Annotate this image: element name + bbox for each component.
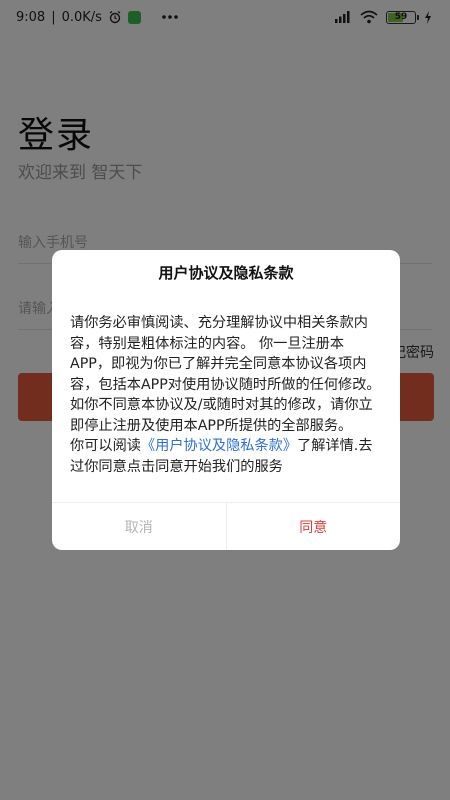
dialog-footer: 取消 同意 xyxy=(52,502,400,550)
agreement-dialog: 用户协议及隐私条款 请你务必审慎阅读、充分理解协议中相关条款内容，特别是粗体标注… xyxy=(52,250,400,550)
dialog-title: 用户协议及隐私条款 xyxy=(158,264,294,282)
cancel-button[interactable]: 取消 xyxy=(52,503,227,550)
read-prefix: 你可以阅读 xyxy=(70,438,141,454)
agreement-text: 请你务必审慎阅读、充分理解协议中相关条款内容，特别是粗体标注的内容。 你一旦注册… xyxy=(70,315,381,434)
policy-link[interactable]: 《用户协议及隐私条款》 xyxy=(141,438,297,454)
dialog-body: 请你务必审慎阅读、充分理解协议中相关条款内容，特别是粗体标注的内容。 你一旦注册… xyxy=(70,313,382,477)
agree-button[interactable]: 同意 xyxy=(227,503,401,550)
